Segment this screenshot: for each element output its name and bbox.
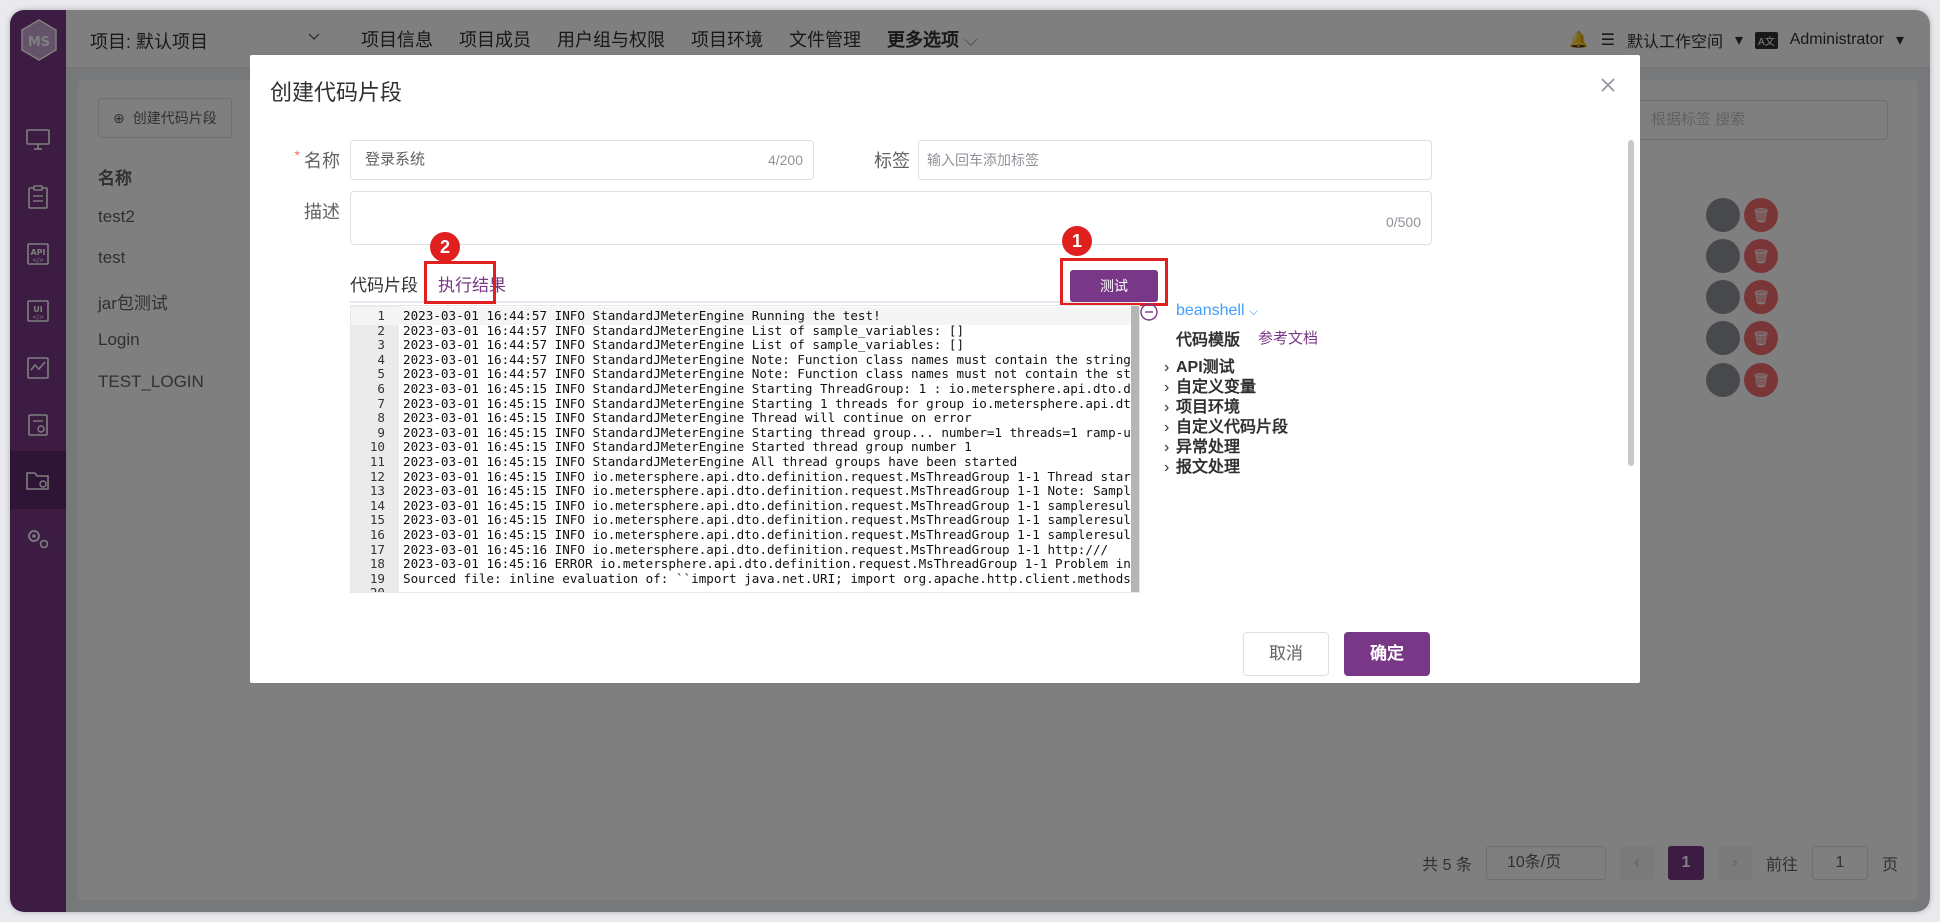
language-select[interactable]: beanshell ⌵ xyxy=(1176,302,1258,320)
dialog-scrollbar[interactable] xyxy=(1628,140,1634,466)
cancel-button[interactable]: 取消 xyxy=(1243,632,1329,676)
name-input[interactable]: 登录系统 4/200 xyxy=(350,140,814,180)
code-editor[interactable]: 1 2023-03-01 16:44:57 INFO StandardJMeter… xyxy=(350,305,1140,593)
dialog-title: 创建代码片段 xyxy=(270,80,403,105)
required-asterisk: * xyxy=(294,147,300,163)
collapse-panel-icon[interactable] xyxy=(1140,303,1158,321)
name-value: 登录系统 xyxy=(365,151,426,168)
step-badge-1: 1 xyxy=(1062,226,1092,256)
name-label-text: 名称 xyxy=(304,151,340,171)
editor-scrollbar[interactable] xyxy=(1131,306,1139,592)
description-textarea[interactable]: 0/500 xyxy=(350,191,1432,245)
desc-char-count: 0/500 xyxy=(1385,214,1421,230)
close-icon[interactable] xyxy=(1598,75,1618,95)
name-label: * 名称 xyxy=(290,147,340,173)
chevron-down-icon: ⌵ xyxy=(1248,304,1259,318)
confirm-button[interactable]: 确定 xyxy=(1344,632,1430,676)
language-value: beanshell xyxy=(1176,302,1245,319)
code-template-label: 代码模版 xyxy=(1176,332,1241,349)
line-number: 20 xyxy=(369,585,385,593)
tag-label: 标签 xyxy=(874,151,910,171)
chevron-right-icon: › xyxy=(1164,459,1170,476)
test-button[interactable]: 测试 xyxy=(1070,270,1158,302)
highlight-execution-result xyxy=(424,261,496,304)
desc-label: 描述 xyxy=(304,202,340,222)
app-window: MS API</> UI</> 项目: 默认项目 项目信息 xyxy=(10,10,1930,912)
reference-doc-link[interactable]: 参考文档 xyxy=(1258,327,1318,348)
tag-input[interactable]: 输入回车添加标签 xyxy=(918,140,1432,180)
code-line: 20 xyxy=(351,584,1139,593)
tab-code-snippet[interactable]: 代码片段 xyxy=(350,271,418,302)
tree-item-label: 报文处理 xyxy=(1176,459,1241,476)
tree-item-message-processing[interactable]: › 报文处理 xyxy=(1164,453,1240,477)
step-badge-2: 2 xyxy=(430,232,460,262)
create-snippet-dialog: 创建代码片段 * 名称 登录系统 4/200 标签 输入回车添加标签 描述 0/5… xyxy=(250,55,1640,683)
name-char-count: 4/200 xyxy=(767,152,803,168)
